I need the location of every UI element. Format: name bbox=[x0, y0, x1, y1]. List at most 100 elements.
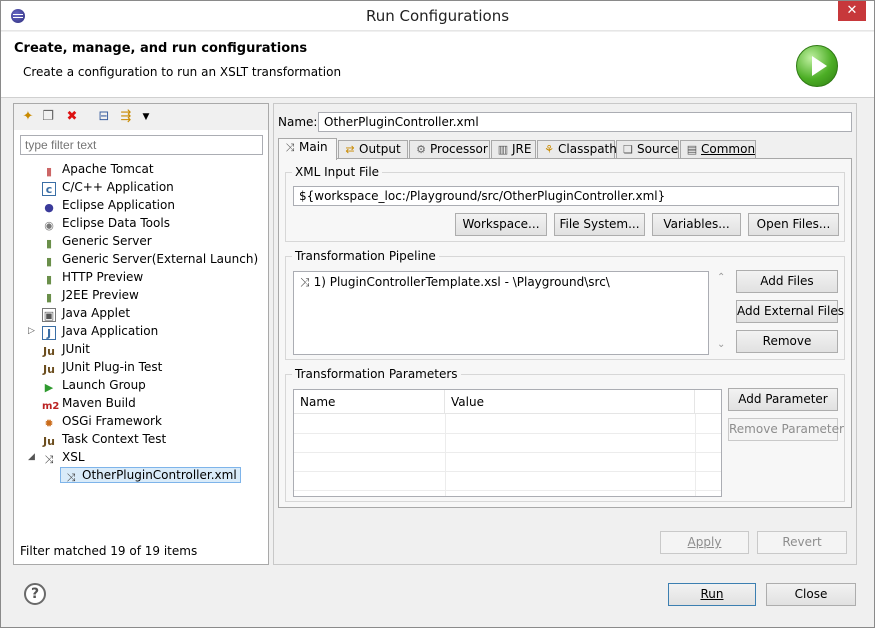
xsl-icon: ⤨ bbox=[300, 275, 310, 289]
remove-button[interactable]: Remove bbox=[736, 330, 838, 353]
name-label: Name: bbox=[278, 115, 318, 129]
scroll-down-icon[interactable]: ⌄ bbox=[717, 339, 725, 350]
apply-button[interactable]: Apply bbox=[660, 531, 749, 554]
table-row bbox=[294, 433, 721, 434]
configuration-list-panel: ✦ ❐ ✖ ⊟ ⇶ ▼ ▮Apache Tomcat cC/C++ Applic… bbox=[13, 103, 269, 565]
open-files-button[interactable]: Open Files... bbox=[748, 213, 839, 236]
table-row bbox=[294, 471, 721, 472]
remove-parameter-button[interactable]: Remove Parameter bbox=[728, 418, 844, 441]
tree-item-task-context-test[interactable]: Ju Task Context Test bbox=[42, 430, 166, 448]
add-parameter-button[interactable]: Add Parameter bbox=[728, 388, 838, 411]
scroll-up-icon[interactable]: ⌃ bbox=[717, 272, 725, 283]
expand-java-application-icon[interactable]: ▷ bbox=[28, 326, 35, 336]
config-toolbar: ✦ ❐ ✖ ⊟ ⇶ ▼ bbox=[14, 104, 268, 130]
tree-item-launch-group[interactable]: ▶ Launch Group bbox=[42, 376, 146, 394]
tree-item-cpp-application[interactable]: c C/C++ Application bbox=[42, 178, 174, 196]
collapse-xsl-icon[interactable]: ◢ bbox=[28, 452, 35, 462]
tab-main[interactable]: ⤨ Main bbox=[278, 138, 337, 160]
server-icon: ▮ bbox=[45, 255, 53, 268]
column-header-name[interactable]: Name bbox=[294, 390, 445, 414]
processor-tab-icon: ⚙ bbox=[416, 143, 426, 156]
tree-item-junit-plugin-test[interactable]: Ju JUnit Plug-in Test bbox=[42, 358, 162, 376]
parameters-table[interactable]: Name Value bbox=[293, 389, 722, 497]
tree-item-java-applet[interactable]: ▣ Java Applet bbox=[42, 304, 130, 322]
server-icon: ▮ bbox=[45, 291, 53, 304]
osgi-icon: ✹ bbox=[44, 417, 54, 430]
file-system-button[interactable]: File System... bbox=[554, 213, 645, 236]
column-header-value[interactable]: Value bbox=[445, 390, 695, 414]
applet-icon: ▣ bbox=[42, 308, 56, 322]
xml-input-field[interactable]: ${workspace_loc:/Playground/src/OtherPlu… bbox=[293, 186, 839, 206]
tree-item-java-application[interactable]: J Java Application bbox=[42, 322, 158, 340]
tab-source[interactable]: ❏ Source bbox=[616, 140, 679, 159]
workspace-button[interactable]: Workspace... bbox=[455, 213, 547, 236]
parameters-title: Transformation Parameters bbox=[292, 367, 461, 381]
tree-item-xsl[interactable]: ⤨ XSL bbox=[42, 448, 85, 466]
header-subtitle: Create a configuration to run an XSLT tr… bbox=[23, 65, 342, 79]
tab-common[interactable]: ▤ Common bbox=[680, 140, 756, 159]
help-icon[interactable]: ? bbox=[24, 583, 46, 605]
tree-item-osgi-framework[interactable]: ✹ OSGi Framework bbox=[42, 412, 162, 430]
source-tab-icon: ❏ bbox=[623, 143, 633, 156]
tree-item-otherplugincontroller[interactable]: ⤨ OtherPluginController.xml bbox=[60, 466, 241, 484]
column-divider bbox=[695, 414, 696, 496]
tab-classpath[interactable]: ⚘ Classpath bbox=[537, 140, 617, 159]
run-logo-icon bbox=[796, 45, 838, 87]
delete-icon[interactable]: ✖ bbox=[64, 109, 80, 125]
junit-plugin-icon: Ju bbox=[43, 363, 55, 376]
tree-item-generic-server-external[interactable]: ▮ Generic Server(External Launch) bbox=[42, 250, 258, 268]
server-icon: ▮ bbox=[45, 237, 53, 250]
c-icon: c bbox=[42, 182, 56, 196]
main-tab-icon: ⤨ bbox=[285, 141, 295, 154]
xsl-icon: ⤨ bbox=[66, 471, 76, 484]
name-field[interactable]: OtherPluginController.xml bbox=[318, 112, 852, 132]
dialog-header: Create, manage, and run configurations C… bbox=[1, 32, 874, 98]
run-configurations-window: Run Configurations ✕ Create, manage, and… bbox=[0, 0, 875, 628]
main-tab-content: XML Input File ${workspace_loc:/Playgrou… bbox=[278, 158, 852, 508]
collapse-all-icon[interactable]: ⊟ bbox=[96, 109, 112, 125]
pipeline-title: Transformation Pipeline bbox=[292, 249, 439, 263]
pipeline-list[interactable]: ⤨ 1) PluginControllerTemplate.xsl - \Play… bbox=[293, 271, 709, 355]
tree-item-http-preview[interactable]: ▮ HTTP Preview bbox=[42, 268, 143, 286]
java-icon: J bbox=[42, 326, 56, 340]
eclipse-icon: ● bbox=[44, 201, 54, 214]
filter-status: Filter matched 19 of 19 items bbox=[20, 544, 198, 558]
header-title: Create, manage, and run configurations bbox=[14, 41, 308, 56]
xml-input-title: XML Input File bbox=[292, 165, 383, 179]
server-icon: ▮ bbox=[45, 273, 53, 286]
add-files-button[interactable]: Add Files bbox=[736, 270, 838, 293]
tab-processor[interactable]: ⚙ Processor bbox=[409, 140, 490, 159]
tree-item-junit[interactable]: Ju JUnit bbox=[42, 340, 90, 358]
table-row bbox=[294, 452, 721, 453]
output-tab-icon: ⇄ bbox=[345, 143, 355, 156]
tree-item-apache-tomcat[interactable]: ▮ Apache Tomcat bbox=[42, 160, 154, 178]
transformation-parameters-group: Transformation Parameters Name Value Add… bbox=[285, 367, 845, 502]
list-item[interactable]: ⤨ 1) PluginControllerTemplate.xsl - \Play… bbox=[300, 275, 610, 290]
table-header: Name Value bbox=[294, 390, 721, 414]
duplicate-icon[interactable]: ❐ bbox=[40, 109, 56, 125]
chevron-down-icon[interactable]: ▼ bbox=[138, 109, 154, 125]
new-config-icon[interactable]: ✦ bbox=[20, 109, 36, 125]
tree-item-eclipse-application[interactable]: ● Eclipse Application bbox=[42, 196, 175, 214]
database-icon: ◉ bbox=[44, 219, 54, 232]
revert-button[interactable]: Revert bbox=[757, 531, 847, 554]
tree-item-eclipse-data-tools[interactable]: ◉ Eclipse Data Tools bbox=[42, 214, 170, 232]
tree-item-generic-server[interactable]: ▮ Generic Server bbox=[42, 232, 152, 250]
table-row bbox=[294, 490, 721, 491]
add-external-files-button[interactable]: Add External Files bbox=[736, 300, 844, 323]
xml-input-group: XML Input File ${workspace_loc:/Playgrou… bbox=[285, 165, 845, 242]
tree-item-maven-build[interactable]: m2 Maven Build bbox=[42, 394, 136, 412]
tab-jre[interactable]: ▥ JRE bbox=[491, 140, 536, 159]
close-window-button[interactable]: ✕ bbox=[838, 1, 866, 21]
jre-tab-icon: ▥ bbox=[497, 143, 509, 156]
run-button[interactable]: Run bbox=[668, 583, 756, 606]
filter-icon[interactable]: ⇶ bbox=[118, 109, 134, 125]
tomcat-icon: ▮ bbox=[45, 165, 53, 178]
filter-input[interactable] bbox=[20, 135, 263, 155]
junit-icon: Ju bbox=[43, 345, 55, 358]
close-button[interactable]: Close bbox=[766, 583, 856, 606]
tab-output[interactable]: ⇄ Output bbox=[338, 140, 408, 159]
variables-button[interactable]: Variables... bbox=[652, 213, 741, 236]
tree-item-j2ee-preview[interactable]: ▮ J2EE Preview bbox=[42, 286, 139, 304]
column-divider bbox=[445, 414, 446, 496]
